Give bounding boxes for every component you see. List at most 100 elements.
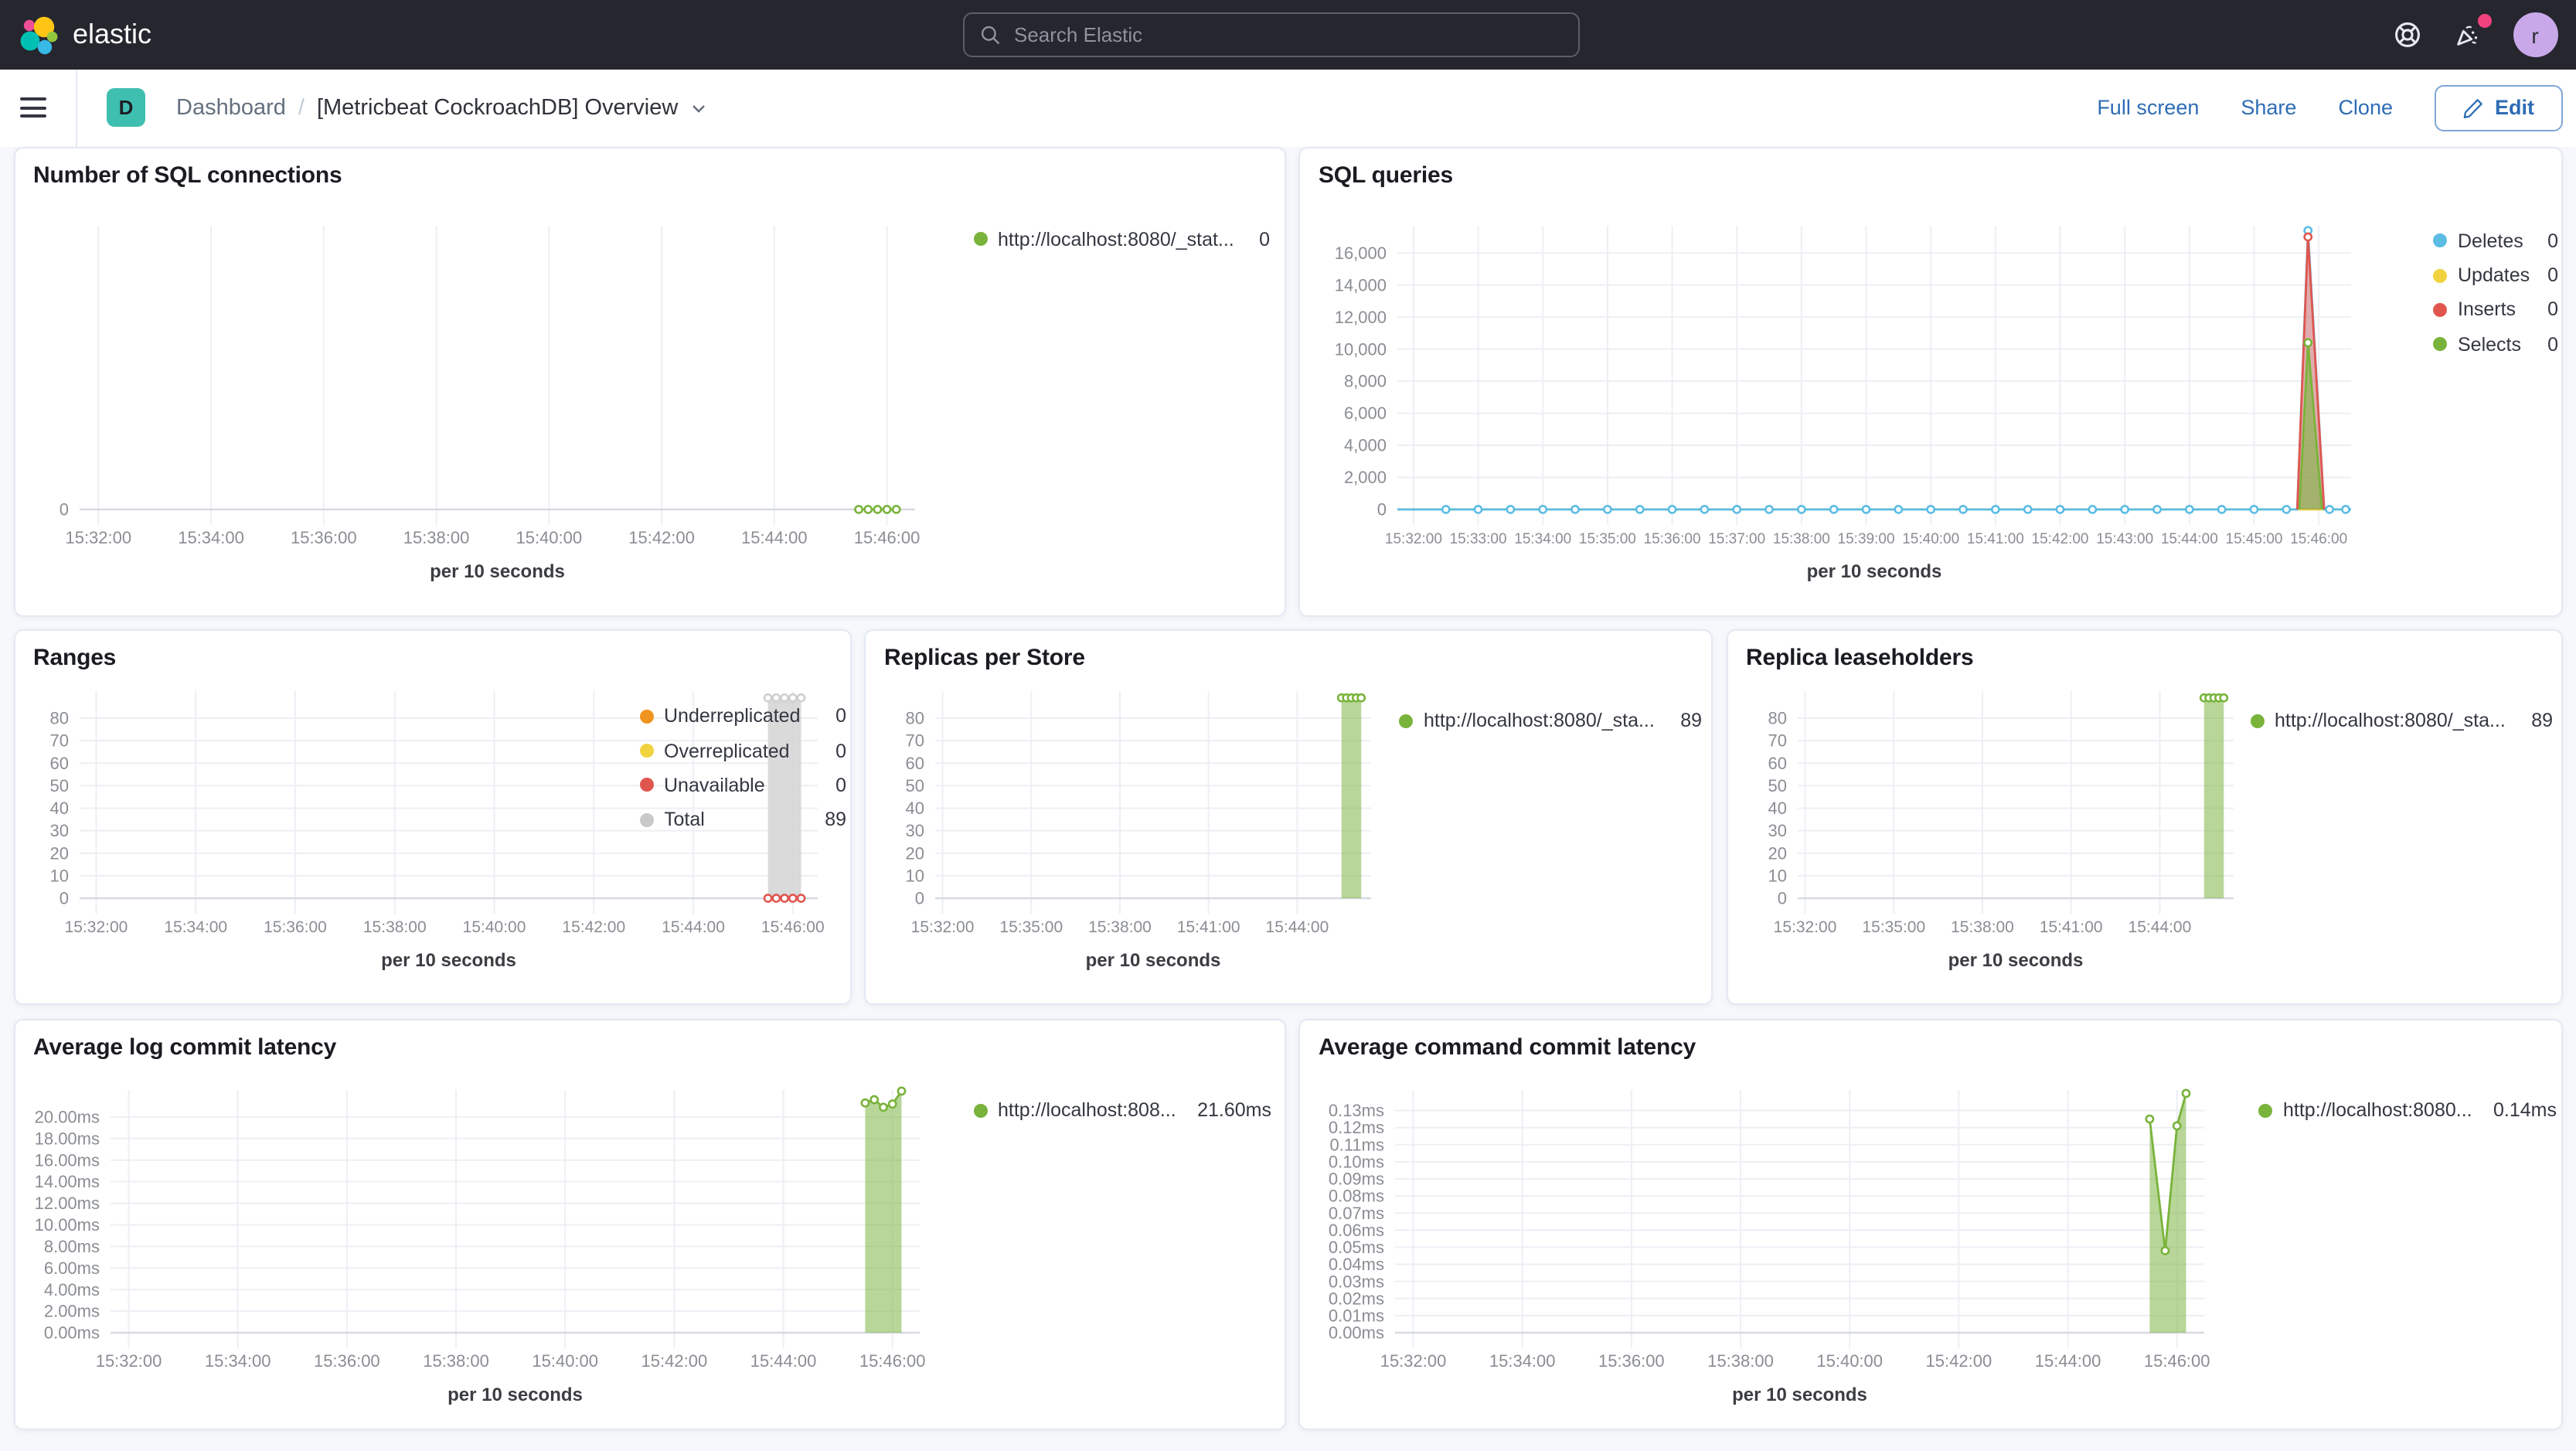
legend-value: 0 — [1259, 228, 1270, 250]
legend-item[interactable]: Deletes 0 — [2433, 223, 2558, 258]
svg-text:15:38:00: 15:38:00 — [1950, 918, 2013, 936]
chart-sql-connections[interactable]: 0 15:32:00 15:34:00 15:36:00 15:38:00 15:40:0… — [15, 148, 1284, 615]
chart-sql-queries[interactable]: 0 2,000 4,000 6,000 8,000 10,000 12,000 14,000 1… — [1300, 148, 2561, 615]
legend-item[interactable]: http://localhost:8080/_sta... 89 — [1399, 703, 1702, 738]
svg-text:12.00ms: 12.00ms — [34, 1194, 99, 1213]
legend-dot — [973, 1103, 987, 1118]
panel-title: Replica leaseholders — [1746, 645, 1974, 671]
svg-text:15:32:00: 15:32:00 — [95, 1351, 162, 1371]
legend-label: Unavailable — [664, 774, 765, 796]
svg-text:0: 0 — [1377, 499, 1387, 519]
chart-legend: http://localhost:8080/_sta... 89 — [2250, 703, 2553, 738]
page-title-text: [Metricbeat CockroachDB] Overview — [316, 95, 679, 121]
svg-text:15:38:00: 15:38:00 — [1773, 530, 1830, 547]
legend-value: 0 — [835, 740, 846, 762]
menu-button[interactable] — [20, 90, 57, 127]
legend-value: 0.14ms — [2493, 1099, 2557, 1122]
svg-text:12,000: 12,000 — [1335, 307, 1387, 326]
chart-replica-leaseholders[interactable]: 0 10 20 30 40 50 60 70 80 15:32:00 15:35:00 15:38:0… — [1727, 631, 2562, 1003]
legend-item[interactable]: http://localhost:8080/_sta... 89 — [2250, 703, 2553, 738]
legend-item[interactable]: Selects 0 — [2433, 327, 2558, 362]
search-icon — [981, 25, 1000, 44]
svg-text:40: 40 — [1768, 799, 1786, 818]
legend-item[interactable]: Overreplicated 0 — [639, 734, 846, 768]
edit-button[interactable]: Edit — [2435, 84, 2562, 131]
share-button[interactable]: Share — [2241, 97, 2296, 120]
legend-dot — [2258, 1103, 2272, 1118]
svg-text:15:42:00: 15:42:00 — [628, 527, 694, 547]
help-button[interactable] — [2392, 20, 2421, 49]
svg-text:15:43:00: 15:43:00 — [2096, 530, 2153, 547]
elastic-logo-icon — [20, 15, 58, 54]
legend-dot — [2433, 302, 2447, 317]
edit-button-label: Edit — [2495, 96, 2534, 120]
newsfeed-button[interactable] — [2452, 14, 2491, 49]
svg-text:0.05ms: 0.05ms — [1329, 1238, 1384, 1257]
top-bar-icons: r — [2392, 12, 2557, 57]
svg-text:15:41:00: 15:41:00 — [2039, 918, 2102, 936]
svg-text:per 10 seconds: per 10 seconds — [1086, 950, 1221, 971]
legend-item[interactable]: Updates 0 — [2433, 258, 2558, 293]
svg-text:80: 80 — [906, 709, 924, 728]
chart-legend: Underreplicated 0 Overreplicated 0 Unavailab… — [639, 699, 846, 837]
svg-text:50: 50 — [49, 776, 68, 795]
legend-label: http://localhost:808... — [998, 1099, 1176, 1122]
legend-item[interactable]: http://localhost:8080/_stat... 0 — [973, 222, 1270, 257]
global-search[interactable] — [963, 12, 1580, 57]
avatar[interactable]: r — [2513, 12, 2557, 57]
panel-title: Replicas per Store — [884, 645, 1085, 671]
svg-text:15:42:00: 15:42:00 — [1926, 1351, 1992, 1371]
svg-text:per 10 seconds: per 10 seconds — [1948, 950, 2083, 971]
svg-text:per 10 seconds: per 10 seconds — [380, 950, 516, 971]
svg-text:4.00ms: 4.00ms — [43, 1280, 99, 1299]
panel-replicas-per-store: Replicas per Store 0 10 20 30 40 50 60 70 80 15:3… — [864, 629, 1713, 1005]
chart-replicas-per-store[interactable]: 0 10 20 30 40 50 60 70 80 15:32:00 15:35:00 15:38:0… — [866, 631, 1711, 1003]
legend-label: http://localhost:8080... — [2283, 1099, 2472, 1122]
legend-label: http://localhost:8080/_sta... — [2275, 710, 2506, 732]
svg-text:15:45:00: 15:45:00 — [2226, 530, 2283, 547]
search-input[interactable] — [1014, 23, 1563, 46]
chart-avg-command-commit-latency[interactable]: 0.00ms0.01ms0.02ms0.03ms0.04ms0.05ms0.06… — [1300, 1020, 2561, 1429]
legend-item[interactable]: http://localhost:808... 21.60ms — [973, 1093, 1271, 1128]
life-ring-icon — [2394, 22, 2419, 47]
notification-dot — [2477, 14, 2491, 28]
svg-text:per 10 seconds: per 10 seconds — [1807, 560, 1942, 581]
legend-dot — [2433, 337, 2447, 352]
toolbar-divider — [76, 70, 77, 146]
legend-item[interactable]: Total 89 — [639, 802, 846, 837]
elastic-brand[interactable]: elastic — [19, 15, 151, 55]
full-screen-button[interactable]: Full screen — [2097, 97, 2199, 120]
svg-text:50: 50 — [1768, 776, 1786, 795]
svg-text:15:34:00: 15:34:00 — [1489, 1351, 1556, 1371]
legend-item[interactable]: Unavailable 0 — [639, 768, 846, 803]
pencil-icon — [2463, 98, 2482, 118]
svg-text:15:46:00: 15:46:00 — [853, 527, 920, 547]
svg-text:16.00ms: 16.00ms — [34, 1150, 99, 1170]
svg-text:8,000: 8,000 — [1344, 371, 1387, 390]
svg-text:per 10 seconds: per 10 seconds — [447, 1385, 582, 1405]
svg-text:15:38:00: 15:38:00 — [1088, 918, 1152, 936]
svg-text:15:36:00: 15:36:00 — [263, 918, 326, 936]
svg-text:15:40:00: 15:40:00 — [462, 918, 526, 936]
panel-title: Average log commit latency — [33, 1034, 337, 1061]
svg-text:0.12ms: 0.12ms — [1329, 1118, 1384, 1137]
clone-button[interactable]: Clone — [2338, 97, 2393, 120]
legend-value: 0 — [2547, 298, 2558, 321]
legend-item[interactable]: Inserts 0 — [2433, 293, 2558, 328]
chart-avg-log-commit-latency[interactable]: 0.00ms 2.00ms 4.00ms 6.00ms 8.00ms 10.00ms 12.… — [15, 1020, 1284, 1429]
svg-text:20: 20 — [49, 843, 68, 863]
svg-text:15:42:00: 15:42:00 — [2032, 530, 2089, 547]
legend-item[interactable]: http://localhost:8080... 0.14ms — [2258, 1093, 2557, 1128]
svg-text:15:37:00: 15:37:00 — [1708, 530, 1765, 547]
svg-text:15:40:00: 15:40:00 — [1902, 530, 1959, 547]
svg-text:14,000: 14,000 — [1335, 274, 1387, 294]
svg-text:15:33:00: 15:33:00 — [1450, 530, 1507, 547]
legend-value: 21.60ms — [1197, 1099, 1271, 1122]
svg-text:15:44:00: 15:44:00 — [1266, 918, 1329, 936]
legend-item[interactable]: Underreplicated 0 — [639, 699, 846, 734]
page-title[interactable]: [Metricbeat CockroachDB] Overview — [317, 96, 707, 121]
breadcrumb-dashboard-link[interactable]: Dashboard — [176, 96, 286, 121]
panel-title: Ranges — [33, 645, 117, 671]
svg-text:per 10 seconds: per 10 seconds — [429, 560, 564, 581]
svg-text:15:44:00: 15:44:00 — [750, 1351, 816, 1371]
